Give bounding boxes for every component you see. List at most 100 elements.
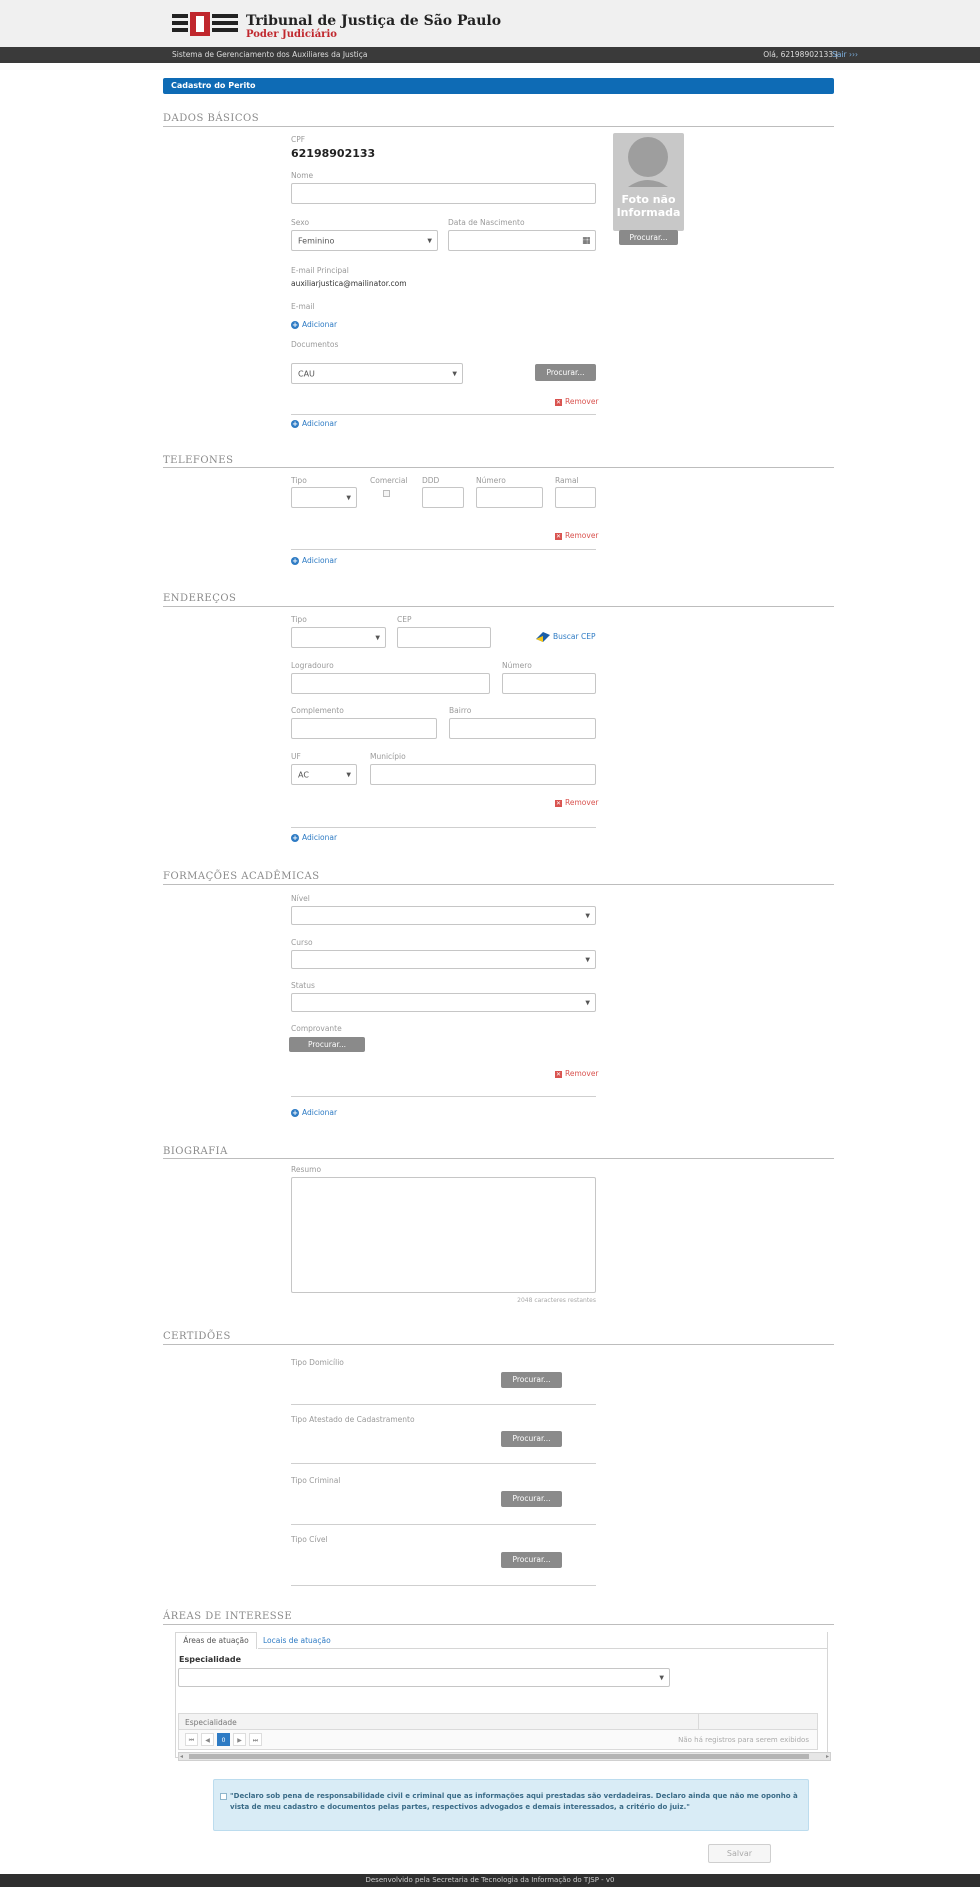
tel-tipo-select[interactable]: ▼ [291,487,357,508]
section-title-areas: ÁREAS DE INTERESSE [163,1611,293,1622]
especialidade-grid-header: Especialidade [178,1713,818,1730]
nivel-select[interactable]: ▼ [291,906,596,925]
buscar-cep-text: Buscar CEP [553,632,596,641]
certidao-procurar-button[interactable]: Procurar... [501,1552,562,1568]
add-telefone-text: Adicionar [302,556,338,565]
ramal-input[interactable] [555,487,596,508]
scroll-left-icon[interactable]: ◂ [180,1753,183,1760]
divider [291,414,596,415]
especialidade-select[interactable]: ▼ [178,1668,670,1687]
comercial-checkbox[interactable] [383,490,390,497]
scrollbar-thumb[interactable] [189,1754,809,1759]
section-rule [163,1344,834,1345]
top-header: Tribunal de Justiça de São Paulo Poder J… [0,0,980,47]
email-principal-value: auxiliarjustica@mailinator.com [291,279,407,288]
certidao-label: Tipo Domicílio [291,1358,344,1367]
prev-page-icon[interactable]: ◀ [201,1733,214,1746]
comprovante-label: Comprovante [291,1024,342,1033]
nascimento-input[interactable] [448,230,596,251]
tab-areas-de-atuacao[interactable]: Áreas de atuação [175,1632,257,1649]
section-title-certidoes: CERTIDÕES [163,1331,231,1342]
especialidade-grid-pager: ⏮ ◀ 0 ▶ ⏭ Não há registros para serem ex… [178,1730,818,1750]
declaration-checkbox[interactable] [220,1793,227,1800]
logradouro-input[interactable] [291,673,490,694]
bairro-input[interactable] [449,718,596,739]
comercial-label: Comercial [370,476,408,485]
comprovante-procurar-button[interactable]: Procurar... [289,1037,365,1052]
chevron-down-icon: ▼ [375,634,380,641]
divider [291,1585,596,1586]
complemento-label: Complemento [291,706,344,715]
uf-select[interactable]: AC ▼ [291,764,357,785]
email-label: E-mail [291,302,315,311]
certidao-procurar-button[interactable]: Procurar... [501,1372,562,1388]
section-rule [163,1624,834,1625]
documento-select[interactable]: CAU ▼ [291,363,463,384]
certidao-label: Tipo Atestado de Cadastramento [291,1415,415,1424]
remove-icon: ✕ [555,399,562,406]
correios-icon [536,632,550,642]
remove-text: Remover [565,798,599,807]
formacao-remove-link[interactable]: ✕ Remover [555,1069,599,1078]
certidao-procurar-button[interactable]: Procurar... [501,1491,562,1507]
curso-select[interactable]: ▼ [291,950,596,969]
next-page-icon[interactable]: ▶ [233,1733,246,1746]
add-endereco-text: Adicionar [302,833,338,842]
documento-selected-value: CAU [298,369,315,378]
ddd-input[interactable] [422,487,464,508]
calendar-icon[interactable]: ▦ [582,236,591,246]
horizontal-scrollbar[interactable]: ◂ ▸ [178,1752,831,1761]
current-page[interactable]: 0 [217,1733,230,1746]
add-document-link[interactable]: + Adicionar [291,419,337,428]
section-rule [163,1158,834,1159]
last-page-icon[interactable]: ⏭ [249,1733,262,1746]
court-subtitle: Poder Judiciário [246,29,337,40]
remove-icon: ✕ [555,1071,562,1078]
add-formacao-link[interactable]: + Adicionar [291,1108,337,1117]
chevron-down-icon: ▼ [427,237,432,244]
section-rule [163,467,834,468]
add-telefone-link[interactable]: + Adicionar [291,556,337,565]
logout-link[interactable]: Sair ››› [832,50,858,59]
section-title-biografia: BIOGRAFIA [163,1146,228,1157]
end-remove-link[interactable]: ✕ Remover [555,798,599,807]
tab-locais-de-atuacao[interactable]: Locais de atuação [263,1636,331,1645]
divider [291,1404,596,1405]
scroll-right-icon[interactable]: ▸ [826,1753,829,1760]
status-label: Status [291,981,315,990]
end-tipo-select[interactable]: ▼ [291,627,386,648]
divider [291,1524,596,1525]
add-endereco-link[interactable]: + Adicionar [291,833,337,842]
cpf-value: 62198902133 [291,147,376,160]
declaration-text: "Declaro sob pena de responsabilidade ci… [230,1792,798,1811]
buscar-cep-link[interactable]: Buscar CEP [535,630,596,644]
save-button[interactable]: Salvar [708,1844,771,1863]
remove-icon: ✕ [555,533,562,540]
photo-placeholder: Foto não Informada [613,133,684,231]
cep-input[interactable] [397,627,491,648]
declaration-box: "Declaro sob pena de responsabilidade ci… [213,1779,809,1831]
status-select[interactable]: ▼ [291,993,596,1012]
grid-column-especialidade[interactable]: Especialidade [185,1718,237,1727]
tjsp-logo [172,12,238,36]
documento-remove-link[interactable]: ✕ Remover [555,397,599,406]
complemento-input[interactable] [291,718,437,739]
sexo-select[interactable]: Feminino ▼ [291,230,438,251]
section-rule [163,606,834,607]
documento-procurar-button[interactable]: Procurar... [535,364,596,381]
end-numero-input[interactable] [502,673,596,694]
remove-text: Remover [565,1069,599,1078]
tel-numero-input[interactable] [476,487,543,508]
photo-procurar-button[interactable]: Procurar... [619,230,678,245]
resumo-textarea[interactable] [291,1177,596,1293]
municipio-input[interactable] [370,764,596,785]
add-email-link[interactable]: + Adicionar [291,320,337,329]
certidao-procurar-button[interactable]: Procurar... [501,1431,562,1447]
photo-text-line-1: Foto não [621,193,676,206]
first-page-icon[interactable]: ⏮ [185,1733,198,1746]
tel-remove-link[interactable]: ✕ Remover [555,531,599,540]
especialidade-label: Especialidade [179,1655,242,1664]
divider [291,827,596,828]
nome-input[interactable] [291,183,596,204]
tel-numero-label: Número [476,476,506,485]
